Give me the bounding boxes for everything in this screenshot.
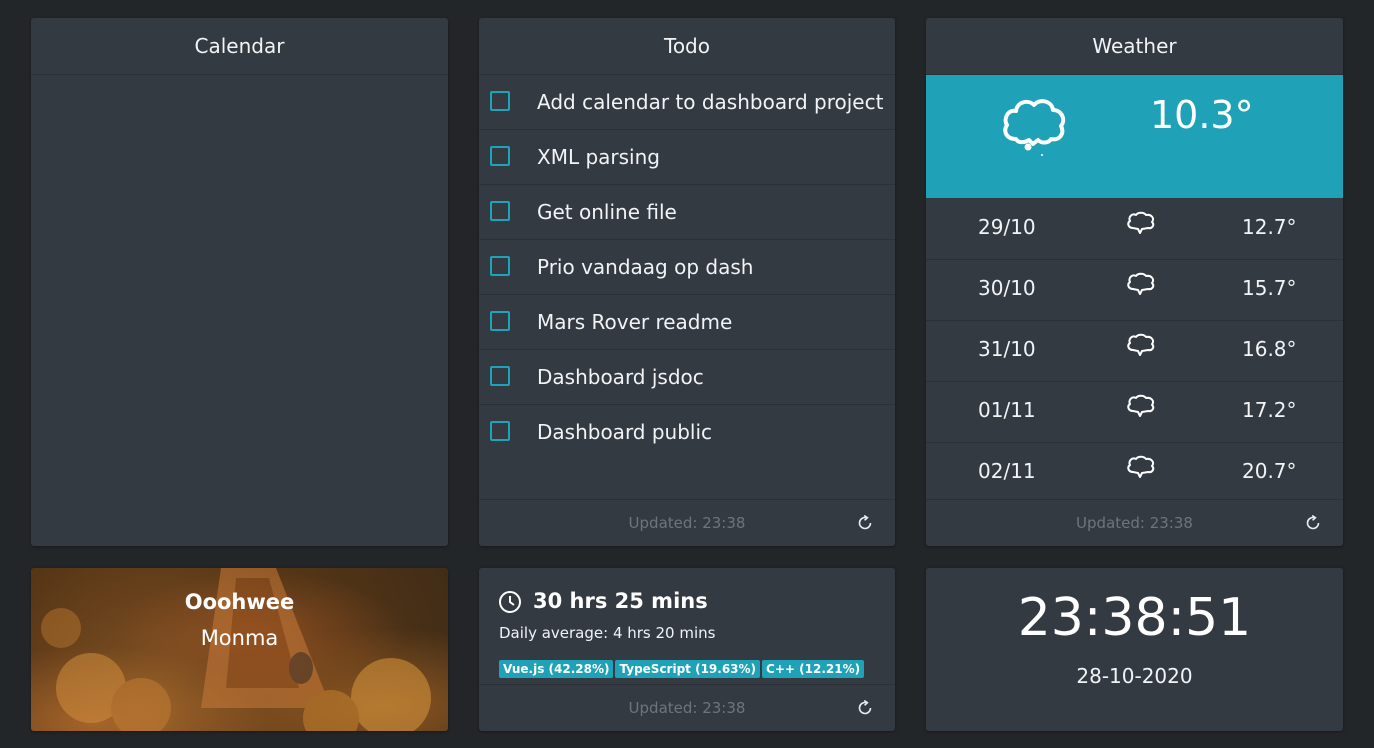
forecast-date: 01/11 [978, 398, 1036, 422]
forecast-temp: 15.7° [1242, 276, 1297, 300]
todo-checkbox[interactable] [490, 366, 510, 386]
todo-checkbox[interactable] [490, 146, 510, 166]
todo-label: Dashboard jsdoc [537, 365, 704, 389]
forecast-row: 01/11 17.2° [926, 382, 1343, 443]
forecast-temp: 16.8° [1242, 337, 1297, 361]
todo-title: Todo [479, 18, 895, 75]
cloud-icon [1126, 394, 1156, 425]
todo-checkbox[interactable] [490, 311, 510, 331]
todo-checkbox[interactable] [490, 256, 510, 276]
song-title: Ooohwee [184, 590, 295, 614]
cloud-icon [1126, 272, 1156, 303]
weather-footer: Updated: 23:38 [926, 499, 1343, 546]
forecast-temp: 12.7° [1242, 215, 1297, 239]
todo-item[interactable]: XML parsing [479, 130, 895, 185]
calendar-card: Calendar [31, 18, 448, 546]
music-card[interactable]: Ooohwee Monma [31, 568, 448, 731]
todo-label: Mars Rover readme [537, 310, 733, 334]
weather-card: Weather 10.3° 29/10 12.7° 30/10 15.7° 31… [926, 18, 1343, 546]
forecast-date: 29/10 [978, 215, 1036, 239]
todo-checkbox[interactable] [490, 201, 510, 221]
forecast-temp: 20.7° [1242, 459, 1297, 483]
forecast-date: 30/10 [978, 276, 1036, 300]
todo-checkbox[interactable] [490, 421, 510, 441]
song-artist: Monma [200, 626, 279, 650]
language-badge: C++ (12.21%) [762, 660, 865, 678]
todo-checkbox[interactable] [490, 91, 510, 111]
todo-label: Add calendar to dashboard project [537, 90, 884, 114]
todo-item[interactable]: Dashboard public [479, 405, 895, 459]
todo-label: XML parsing [537, 145, 660, 169]
forecast-row: 02/11 20.7° [926, 443, 1343, 503]
refresh-icon[interactable] [855, 513, 875, 533]
coding-footer: Updated: 23:38 [479, 684, 895, 731]
refresh-icon[interactable] [855, 698, 875, 718]
weather-title: Weather [926, 18, 1343, 75]
coding-card: 30 hrs 25 mins Daily average: 4 hrs 20 m… [479, 568, 895, 731]
cloud-icon [1126, 333, 1156, 364]
language-badge: Vue.js (42.28%) [499, 660, 614, 678]
forecast-date: 31/10 [978, 337, 1036, 361]
forecast-date: 02/11 [978, 459, 1036, 483]
cloud-icon [1126, 211, 1156, 242]
todo-item[interactable]: Get online file [479, 185, 895, 240]
clock-time: 23:38:51 [1017, 588, 1252, 648]
weather-updated-text: Updated: 23:38 [1076, 514, 1193, 532]
coding-daily: Daily average: 4 hrs 20 mins [499, 624, 716, 642]
todo-item[interactable]: Prio vandaag op dash [479, 240, 895, 295]
todo-item[interactable]: Mars Rover readme [479, 295, 895, 350]
language-badges: Vue.js (42.28%) TypeScript (19.63%) C++ (1… [499, 658, 866, 678]
todo-label: Dashboard public [537, 420, 713, 444]
forecast-row: 29/10 12.7° [926, 199, 1343, 260]
todo-label: Get online file [537, 200, 677, 224]
todo-card: Todo Add calendar to dashboard project X… [479, 18, 895, 546]
todo-label: Prio vandaag op dash [537, 255, 754, 279]
clock-card: 23:38:51 28-10-2020 [926, 568, 1343, 731]
forecast-temp: 17.2° [1242, 398, 1297, 422]
clock-icon [498, 590, 522, 618]
calendar-title: Calendar [31, 18, 448, 75]
forecast-row: 31/10 16.8° [926, 321, 1343, 382]
refresh-icon[interactable] [1303, 513, 1323, 533]
todo-item[interactable]: Add calendar to dashboard project [479, 75, 895, 130]
current-temp: 10.3° [1150, 93, 1254, 137]
forecast-row: 30/10 15.7° [926, 260, 1343, 321]
todo-list: Add calendar to dashboard project XML pa… [479, 75, 895, 459]
coding-updated-text: Updated: 23:38 [628, 699, 746, 717]
cloud-icon [1000, 95, 1068, 161]
todo-item[interactable]: Dashboard jsdoc [479, 350, 895, 405]
clock-date: 28-10-2020 [1076, 664, 1193, 688]
weather-current: 10.3° [926, 75, 1343, 198]
language-badge: TypeScript (19.63%) [615, 660, 761, 678]
cloud-icon [1126, 455, 1156, 486]
todo-updated-text: Updated: 23:38 [628, 514, 746, 532]
todo-footer: Updated: 23:38 [479, 499, 895, 546]
coding-total: 30 hrs 25 mins [533, 589, 708, 613]
